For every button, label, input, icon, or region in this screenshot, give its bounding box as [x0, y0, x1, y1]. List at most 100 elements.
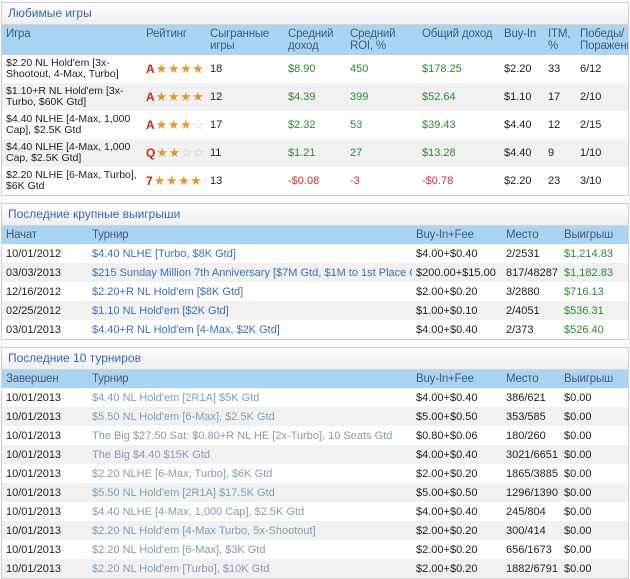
avg-roi: 53: [346, 111, 418, 139]
buyin-fee: $0.80+$0.06: [412, 426, 502, 445]
tournament-link[interactable]: $5.50 NL Hold'em [2R1A] $17.5K Gtd: [92, 487, 275, 499]
buyin: $4.40: [500, 111, 544, 139]
place: 1882/6791: [502, 559, 560, 578]
tournament-link[interactable]: The Big $4.40 $15K Gtd: [92, 449, 210, 461]
favorite-games-section: Любимые игры Игра Рейтинг Сыгранные игры…: [1, 2, 629, 196]
last-tournaments-header-row: Завершен Турнир Buy-In+Fee Место Выигрыш: [2, 370, 628, 388]
section-title-recent-wins: Последние крупные выигрыши: [2, 204, 628, 226]
avg-profit: $1.21: [284, 139, 346, 167]
tournament-link[interactable]: The Big $27.50 Sat: $0.80+R NL HE [2x-Tu…: [92, 430, 392, 442]
recent-wins-header-row: Начат Турнир Buy-In+Fee Место Выигрыш: [2, 226, 628, 244]
tournament-link[interactable]: $4.40 NLHE [Turbo, $8K Gtd]: [92, 248, 236, 260]
games-played: 11: [206, 139, 284, 167]
col-header-rating: Рейтинг: [142, 25, 206, 55]
rating-cell: Q★★☆☆☆: [142, 139, 206, 167]
tournament-link[interactable]: $215 Sunday Million 7th Anniversary [$7M…: [92, 267, 412, 279]
itm-percent: 9: [544, 139, 576, 167]
tournament-link[interactable]: $2.20+R NL Hold'em [$8K Gtd]: [92, 286, 243, 298]
table-row: $2.20 NLHE [6-Max, Turbo], $6K Gtd 7★★★★…: [2, 167, 628, 195]
tournament-link[interactable]: $5.50 NL Hold'em [6-Max], $2.5K Gtd: [92, 411, 275, 423]
tournament-link[interactable]: $2.20 NLHE [6-Max, Turbo], $6K Gtd: [92, 468, 272, 480]
tournament-link[interactable]: $4.40 NL Hold'em [2R1A] $5K Gtd: [92, 392, 259, 404]
games-played: 18: [206, 55, 284, 83]
table-row: $2.20 NL Hold'em [3x-Shootout, 4-Max, Tu…: [2, 55, 628, 83]
table-row: 10/01/2013 $2.20 NL Hold'em [Turbo], $10…: [2, 559, 628, 578]
win-loss: 1/10: [576, 139, 628, 167]
finish-date: 10/01/2013: [2, 445, 88, 464]
winnings: $0.00: [560, 464, 628, 483]
game-name: $4.40 NLHE [4-Max, 1,000 Cap], $2.5K Gtd: [2, 111, 142, 139]
avg-profit: $8.90: [284, 55, 346, 83]
start-date: 03/03/2013: [2, 263, 88, 282]
finish-date: 10/01/2013: [2, 521, 88, 540]
buyin-fee: $4.00+$0.40: [412, 445, 502, 464]
winnings: $1,182.83: [560, 263, 628, 282]
buyin-fee: $2.00+$0.20: [412, 464, 502, 483]
table-row: 10/01/2012 $4.40 NLHE [Turbo, $8K Gtd] $…: [2, 244, 628, 263]
buyin-fee: $4.00+$0.40: [412, 244, 502, 263]
col-header-avg-profit: Средний доход: [284, 25, 346, 55]
col-header-winnings: Выигрыш: [560, 370, 628, 388]
finish-date: 10/01/2013: [2, 559, 88, 578]
table-row: 10/01/2013 The Big $4.40 $15K Gtd $4.00+…: [2, 445, 628, 464]
game-name: $1.10+R NL Hold'em [3x-Turbo, $60K Gtd]: [2, 83, 142, 111]
win-loss: 2/10: [576, 83, 628, 111]
start-date: 03/01/2013: [2, 320, 88, 339]
col-header-itm: ITM, %: [544, 25, 576, 55]
tournament-link[interactable]: $4.40+R NL Hold'em [4-Max, $2K Gtd]: [92, 324, 280, 336]
place: 1865/3885: [502, 464, 560, 483]
winnings: $0.00: [560, 388, 628, 407]
star-rating-filled: ★★★★★: [156, 61, 206, 76]
avg-profit: $4.39: [284, 83, 346, 111]
winnings: $0.00: [560, 559, 628, 578]
buyin-fee: $4.00+$0.40: [412, 388, 502, 407]
star-rating-empty: ☆☆: [192, 117, 206, 132]
game-name: $2.20 NLHE [6-Max, Turbo], $6K Gtd: [2, 167, 142, 195]
col-header-place: Место: [502, 226, 560, 244]
avg-profit: -$0.08: [284, 167, 346, 195]
finish-date: 10/01/2013: [2, 388, 88, 407]
total-profit: $13.28: [418, 139, 500, 167]
winnings: $0.00: [560, 483, 628, 502]
col-header-tournament: Турнир: [88, 226, 412, 244]
buyin-fee: $5.00+$0.50: [412, 483, 502, 502]
table-row: 10/01/2013 The Big $27.50 Sat: $0.80+R N…: [2, 426, 628, 445]
place: 3/2880: [502, 282, 560, 301]
winnings: $0.00: [560, 407, 628, 426]
tournament-link[interactable]: $1.10 NL Hold'em [$2K Gtd]: [92, 305, 229, 317]
table-row: 10/01/2013 $5.50 NL Hold'em [2R1A] $17.5…: [2, 483, 628, 502]
tournament-link[interactable]: $2.20 NL Hold'em [4-Max Turbo, 5x-Shooto…: [92, 525, 316, 537]
avg-roi: 27: [346, 139, 418, 167]
game-name: $4.40 NLHE [4-Max, 1,000 Cap, $2.5K Gtd]: [2, 139, 142, 167]
col-header-buyin: Buy-In: [500, 25, 544, 55]
winnings: $0.00: [560, 521, 628, 540]
table-row: 10/01/2013 $2.20 NL Hold'em [4-Max Turbo…: [2, 521, 628, 540]
buyin: $2.20: [500, 167, 544, 195]
rating-letter: Q: [146, 146, 155, 160]
buyin-fee: $4.00+$0.40: [412, 502, 502, 521]
total-profit: -$0.78: [418, 167, 500, 195]
avg-profit: $2.32: [284, 111, 346, 139]
rating-cell: A★★★★★: [142, 83, 206, 111]
rating-letter: 7: [146, 174, 153, 188]
itm-percent: 12: [544, 111, 576, 139]
rating-cell: A★★★☆☆: [142, 111, 206, 139]
winnings: $1,214.83: [560, 244, 628, 263]
win-loss: 3/10: [576, 167, 628, 195]
buyin-fee: $1.00+$0.10: [412, 301, 502, 320]
tournament-link[interactable]: $2.20 NL Hold'em [Turbo], $10K Gtd: [92, 563, 269, 575]
table-row: 10/01/2013 $2.20 NLHE [6-Max, Turbo], $6…: [2, 464, 628, 483]
table-row: 02/25/2012 $1.10 NL Hold'em [$2K Gtd] $1…: [2, 301, 628, 320]
col-header-buyin-fee: Buy-In+Fee: [412, 226, 502, 244]
rating-letter: A: [146, 90, 155, 104]
games-played: 17: [206, 111, 284, 139]
table-row: 03/01/2013 $4.40+R NL Hold'em [4-Max, $2…: [2, 320, 628, 339]
finish-date: 10/01/2013: [2, 464, 88, 483]
buyin: $2.20: [500, 55, 544, 83]
tournament-link[interactable]: $4.40 NLHE [4-Max, 1,000 Cap], $2.5K Gtd: [92, 506, 304, 518]
buyin-fee: $4.00+$0.40: [412, 320, 502, 339]
total-profit: $52.64: [418, 83, 500, 111]
win-loss: 2/15: [576, 111, 628, 139]
start-date: 02/25/2012: [2, 301, 88, 320]
avg-roi: 450: [346, 55, 418, 83]
